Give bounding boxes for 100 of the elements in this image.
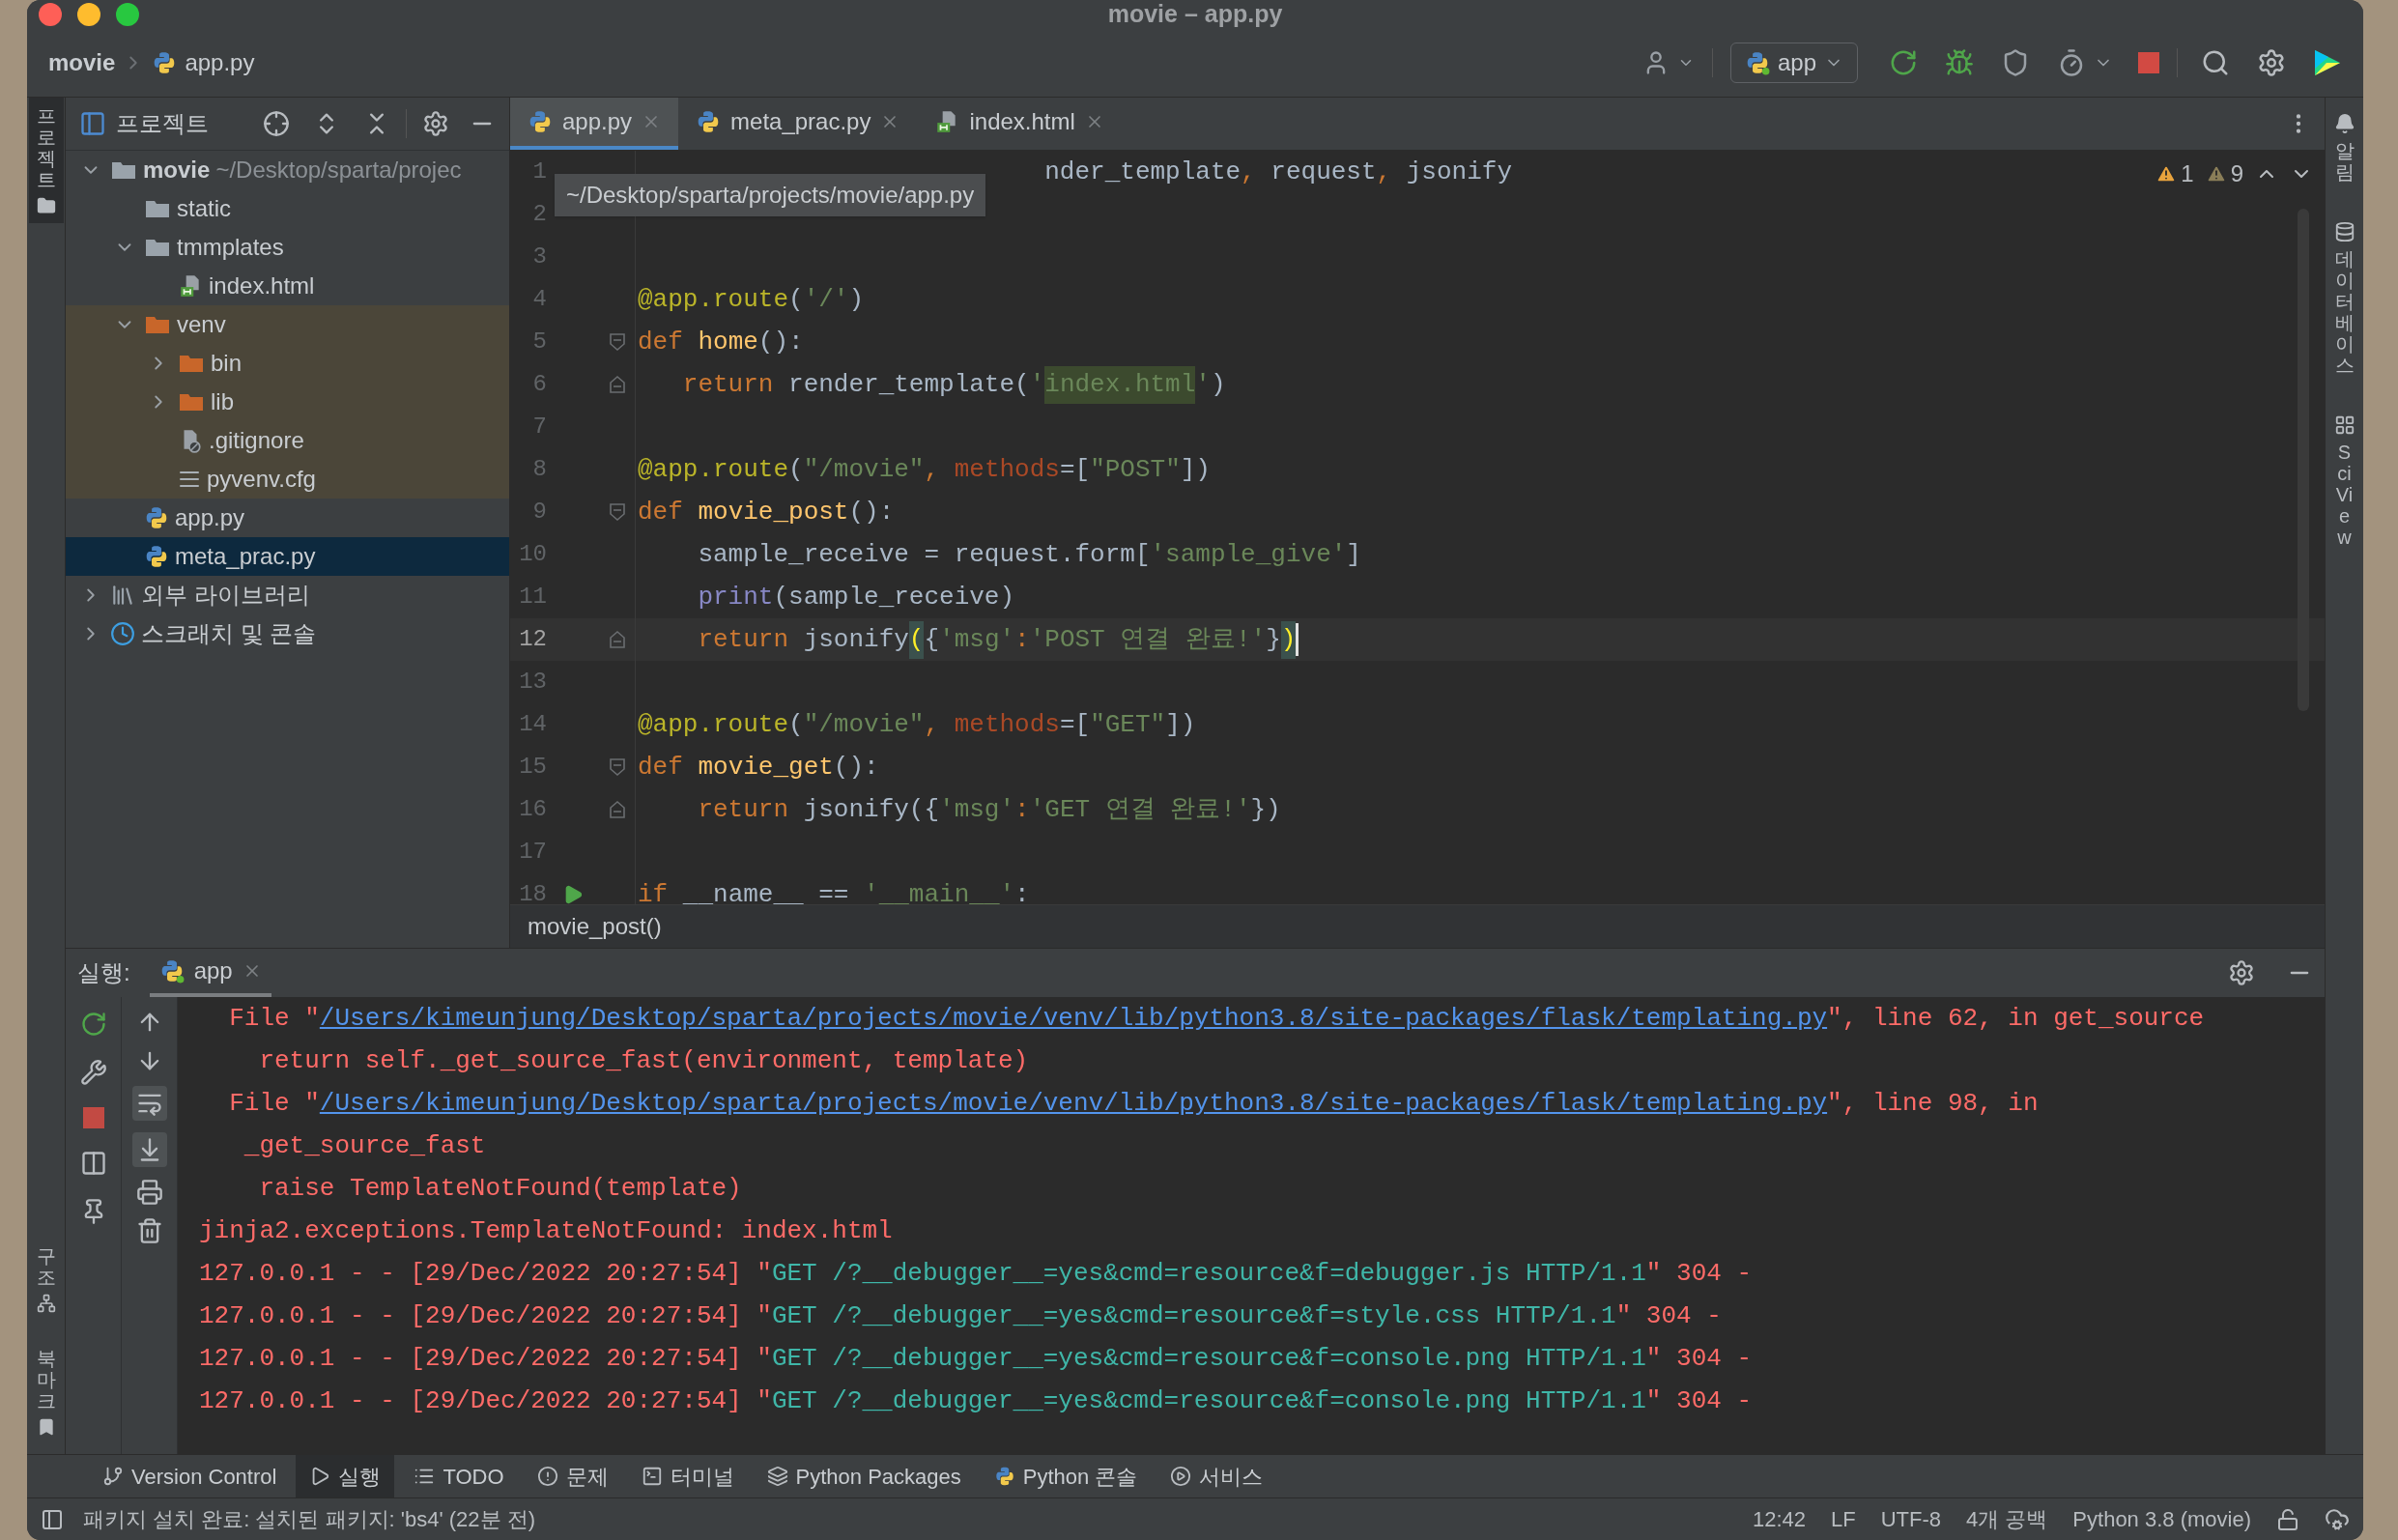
search-icon[interactable] bbox=[2201, 48, 2230, 77]
tool-tab[interactable]: Version Control bbox=[89, 1455, 291, 1497]
line-number: 18 bbox=[518, 880, 547, 904]
scroll-to-end-button[interactable] bbox=[131, 1132, 167, 1167]
print-icon[interactable] bbox=[135, 1179, 163, 1206]
path-tooltip: ~/Desktop/sparta/projects/movie/app.py bbox=[555, 174, 986, 216]
rerun-icon[interactable] bbox=[79, 1011, 107, 1038]
tool-tab[interactable]: 터미널 bbox=[627, 1455, 748, 1497]
tool-window-tab[interactable]: SciView bbox=[2327, 407, 2362, 556]
trash-icon[interactable] bbox=[135, 1217, 163, 1244]
console-line: 127.0.0.1 - - [29/Dec/2022 20:27:54] "GET /?__debugger__=yes&cmd=resource&f=style.css HTTP/1.1" 304 - bbox=[199, 1299, 1723, 1332]
bell-icon bbox=[2333, 113, 2355, 134]
breadcrumb-item[interactable]: movie bbox=[48, 45, 116, 80]
editor-tab[interactable]: meta_prac.py bbox=[678, 98, 918, 150]
fold-icon[interactable] bbox=[608, 800, 626, 819]
fold-icon[interactable] bbox=[608, 502, 626, 522]
breadcrumb-item[interactable]: app.py bbox=[185, 45, 255, 80]
tree-item[interactable]: pyvenv.cfg bbox=[66, 460, 509, 499]
tree-item[interactable]: app.py bbox=[66, 499, 509, 537]
branch-icon bbox=[102, 1466, 124, 1487]
wrench-icon[interactable] bbox=[79, 1059, 107, 1086]
settings-icon[interactable] bbox=[2228, 959, 2255, 986]
line-number: 15 bbox=[518, 753, 547, 782]
folder-icon bbox=[36, 196, 56, 215]
console-line: 127.0.0.1 - - [29/Dec/2022 20:27:54] "GET /?__debugger__=yes&cmd=resource&f=debugger.js HTTP/1.1" 304 - bbox=[199, 1257, 1754, 1290]
cloud-gear-icon[interactable] bbox=[2325, 1506, 2350, 1532]
fold-icon[interactable] bbox=[608, 375, 626, 394]
python-icon bbox=[993, 1466, 1015, 1487]
editor-tab[interactable]: app.py bbox=[510, 98, 679, 150]
panel-title[interactable]: 프로젝트 bbox=[116, 106, 209, 141]
status-item[interactable]: LF bbox=[1831, 1503, 1856, 1535]
file-link[interactable]: /Users/kimeunjung/Desktop/sparta/projects/movie/venv/lib/python3.8/site-packages/flask/templating.py bbox=[319, 1084, 1828, 1123]
code-line: nder_template, request, jsonify bbox=[1043, 156, 1512, 188]
warning-count[interactable]: 1 bbox=[2181, 157, 2194, 191]
layers-icon bbox=[766, 1466, 788, 1487]
zoom-window-button[interactable] bbox=[116, 3, 139, 26]
warning-icon[interactable] bbox=[2155, 163, 2178, 185]
tool-window-tab[interactable]: 프로젝트 bbox=[28, 98, 64, 223]
tool-window-tab[interactable]: 북마크 bbox=[28, 1340, 64, 1444]
layout-icon[interactable] bbox=[79, 1150, 107, 1177]
code-line: return jsonify({'msg':'POST 연결 완료!'}) bbox=[636, 620, 1299, 659]
tree-item[interactable]: 스크래치 및 콘솔 bbox=[66, 614, 509, 653]
settings-icon[interactable] bbox=[422, 110, 449, 137]
console-line: File "/Users/kimeunjung/Desktop/sparta/projects/movie/venv/lib/python3.8/site-packages/flask/templating.py", line 98, in bbox=[199, 1082, 2325, 1125]
tree-item[interactable]: lib bbox=[66, 383, 509, 421]
code-breadcrumb[interactable]: movie_post() bbox=[528, 909, 662, 944]
tool-tab[interactable]: Python Packages bbox=[753, 1455, 975, 1497]
code-line: return render_template('index.html') bbox=[636, 365, 1226, 404]
tool-tab[interactable]: Python 콘솔 bbox=[980, 1455, 1152, 1497]
status-item[interactable]: Python 3.8 (movie) bbox=[2072, 1503, 2251, 1535]
rerun-icon[interactable] bbox=[1889, 48, 1918, 77]
database-icon bbox=[2333, 221, 2355, 242]
line-number: 8 bbox=[531, 455, 547, 484]
status-item[interactable]: UTF-8 bbox=[1880, 1503, 1941, 1535]
tool-tab[interactable]: 실행 bbox=[296, 1455, 395, 1497]
line-number: 10 bbox=[518, 540, 547, 569]
console-line: _get_source_fast bbox=[243, 1129, 487, 1162]
status-message[interactable]: 패키지 설치 완료: 설치된 패키지: 'bs4' (22분 전) bbox=[83, 1503, 535, 1535]
console-line: raise TemplateNotFound(template) bbox=[258, 1172, 743, 1205]
line-number: 9 bbox=[531, 498, 547, 527]
project-view-icon bbox=[79, 110, 106, 137]
tree-item[interactable]: venv bbox=[66, 305, 509, 344]
tree-item[interactable]: tmmplates bbox=[66, 228, 509, 267]
warning-count[interactable]: 9 bbox=[2230, 157, 2243, 191]
tool-window-tab[interactable]: 알림 bbox=[2327, 105, 2362, 190]
panel-toggle-icon[interactable] bbox=[41, 1507, 64, 1531]
tree-item[interactable]: 외부 라이브러리 bbox=[66, 576, 509, 614]
editor-tab[interactable]: index.html bbox=[917, 98, 1122, 150]
tree-item[interactable]: .gitignore bbox=[66, 421, 509, 460]
close-window-button[interactable] bbox=[39, 3, 62, 26]
console-line: File "/Users/kimeunjung/Desktop/sparta/projects/movie/venv/lib/python3.8/site-packages/flask/templating.py", line 62, in get_source bbox=[199, 997, 2325, 1040]
tool-tab[interactable]: 서비스 bbox=[1156, 1455, 1277, 1497]
file-link[interactable]: /Users/kimeunjung/Desktop/sparta/projects/movie/venv/lib/python3.8/site-packages/flask/templating.py bbox=[319, 999, 1828, 1038]
tool-tab[interactable]: 문제 bbox=[523, 1455, 622, 1497]
tree-item[interactable]: static bbox=[66, 189, 509, 228]
console-line: jinja2.exceptions.TemplateNotFound: index.html bbox=[199, 1214, 894, 1247]
settings-icon[interactable] bbox=[2257, 48, 2286, 77]
tool-window-tab[interactable]: 데이터베이스 bbox=[2327, 214, 2362, 384]
window-title: movie – app.py bbox=[1107, 0, 1283, 29]
status-item[interactable]: 12:42 bbox=[1752, 1503, 1806, 1535]
tool-tab[interactable]: TODO bbox=[400, 1455, 518, 1497]
tree-item[interactable]: index.html bbox=[66, 267, 509, 305]
tree-item[interactable]: meta_prac.py bbox=[66, 537, 509, 576]
soft-wrap-button[interactable] bbox=[131, 1086, 167, 1121]
tree-item[interactable]: bin bbox=[66, 344, 509, 383]
warning-icon[interactable] bbox=[2205, 163, 2227, 185]
run-configuration-dropdown[interactable]: app bbox=[1729, 43, 1858, 83]
unlock-icon[interactable] bbox=[2276, 1507, 2299, 1531]
bug-icon[interactable] bbox=[1945, 48, 1974, 77]
status-item[interactable]: 4개 공백 bbox=[1966, 1503, 2048, 1535]
code-line: sample_receive = request.form['sample_give'] bbox=[697, 538, 1361, 571]
tool-window-tab[interactable]: 구조 bbox=[28, 1238, 64, 1321]
locate-icon[interactable] bbox=[263, 110, 290, 137]
fold-icon[interactable] bbox=[608, 332, 626, 352]
minimize-window-button[interactable] bbox=[77, 3, 100, 26]
line-number: 6 bbox=[531, 370, 547, 399]
fold-icon[interactable] bbox=[608, 757, 626, 777]
alert-icon bbox=[536, 1466, 558, 1487]
tree-item[interactable]: movie ~/Desktop/sparta/projec bbox=[66, 151, 509, 189]
panel-label: 실행: bbox=[77, 958, 130, 987]
